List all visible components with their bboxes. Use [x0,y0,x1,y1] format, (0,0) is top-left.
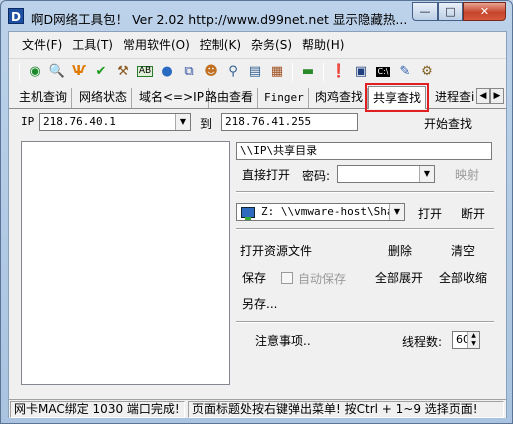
check-icon[interactable]: ✔ [91,62,111,82]
chevron-down-icon[interactable]: ▼ [389,204,404,220]
divider [236,321,494,323]
tab-host-query[interactable]: 主机查询 [15,88,73,108]
start-search-button[interactable]: 开始查找 [424,116,472,132]
toolbar: ◉ 🔍 Ѱ ✔ ⚒ AB ● ⧉ ☻ ⚲ ▤ ▦ ▬ ❗ ▣ C:\ ✎ ⚙ [9,58,506,84]
spin-down-icon[interactable]: ▼ [467,340,479,348]
pen-icon[interactable]: ✎ [395,62,415,82]
share-search-panel: IP 218.76.40.1 ▼ 到 218.76.41.255 开始查找 \\… [9,109,506,399]
app-window: D 啊D网络工具包！ Ver 2.02 http://www.d99net.ne… [0,0,513,424]
divider [236,191,494,193]
toolbar-separator [323,62,324,81]
menu-help[interactable]: 帮助(H) [297,35,349,55]
ab-icon[interactable]: AB [135,62,155,82]
tab-scroll: ◀ ▶ [476,88,504,104]
title-bar[interactable]: D 啊D网络工具包！ Ver 2.02 http://www.d99net.ne… [1,1,512,31]
window-title: 啊D网络工具包！ Ver 2.02 http://www.d99net.net … [31,12,408,27]
computers-icon[interactable]: ▤ [245,62,265,82]
ip-to-input[interactable]: 218.76.41.255 [221,113,358,131]
window-controls: — □ ✕ [412,2,506,21]
chevron-down-icon[interactable]: ▼ [175,114,190,130]
map-button[interactable]: 映射 [455,167,479,183]
users-search-icon[interactable]: ⚲ [223,62,243,82]
spin-up-icon[interactable]: ▲ [467,332,479,340]
menu-common-software[interactable]: 常用软件(O) [118,35,195,55]
save-button[interactable]: 保存 [242,270,266,286]
close-button[interactable]: ✕ [463,2,506,21]
open-resource-file-button[interactable]: 打开资源文件 [240,243,312,259]
tab-finger[interactable]: Finger [260,88,309,108]
autosave-checkbox[interactable] [281,272,293,284]
status-bar: 网卡MAC绑定 1030 端口完成! 页面标题处按右键弹出菜单! 按Ctrl +… [9,399,506,418]
menu-tools[interactable]: 工具(T) [67,35,118,55]
user-icon[interactable]: ☻ [201,62,221,82]
globe-icon[interactable]: ● [157,62,177,82]
toolbar-separator [292,62,293,81]
scan-icon[interactable]: Ѱ [69,62,89,82]
tab-domain-ip[interactable]: 域名<=>IP [135,88,209,108]
ethernet-icon[interactable]: ▬ [298,62,318,82]
tab-broiler-search[interactable]: 肉鸡查找 [311,88,369,108]
password-label: 密码: [302,169,331,183]
threads-label: 线程数: [402,335,443,349]
status-right: 页面标题处按右键弹出菜单! 按Ctrl + 1~9 选择页面! [188,401,504,418]
menu-control[interactable]: 控制(K) [195,35,246,55]
tab-scroll-right-icon[interactable]: ▶ [490,88,504,104]
info-icon[interactable]: ❗ [329,62,349,82]
tab-process-query[interactable]: 进程查i [431,88,478,108]
share-path-input[interactable]: \\IP\共享目录 [236,142,492,160]
collapse-all-button[interactable]: 全部收缩 [439,270,487,286]
ip-from-value: 218.76.40.1 [43,115,116,128]
autosave-label: 自动保存 [298,272,347,286]
share-result-list[interactable] [21,141,230,385]
refresh-icon[interactable]: ◉ [25,62,45,82]
user-settings-icon[interactable]: ⚙ [417,62,437,82]
password-combo[interactable]: ▼ [337,165,435,183]
tools-icon[interactable]: ⚒ [113,62,133,82]
divider [236,228,494,230]
status-left: 网卡MAC绑定 1030 端口完成! [10,401,185,418]
menu-file[interactable]: 文件(F) [17,35,67,55]
menu-bar: 文件(F) 工具(T) 常用软件(O) 控制(K) 杂务(S) 帮助(H) [9,32,506,58]
drive-combo[interactable]: Z: \\vmware-host\Shar ▼ [236,203,405,221]
network-icon[interactable]: ⧉ [179,62,199,82]
cmd-icon[interactable]: C:\ [373,62,393,82]
chevron-down-icon[interactable]: ▼ [419,166,434,182]
direct-open-button[interactable]: 直接打开 [242,167,290,183]
delete-button[interactable]: 删除 [388,243,412,259]
maximize-button[interactable]: □ [438,2,463,21]
expand-all-button[interactable]: 全部展开 [375,270,423,286]
drive-value: Z: \\vmware-host\Shar [261,205,401,218]
search-icon[interactable]: 🔍 [47,62,67,82]
to-label: 到 [200,117,213,131]
minimize-button[interactable]: — [412,2,438,21]
tab-network-status[interactable]: 网络状态 [75,88,133,108]
disconnect-button[interactable]: 断开 [461,206,485,222]
ip-label: IP [21,115,35,128]
tab-scroll-left-icon[interactable]: ◀ [476,88,490,104]
open-drive-button[interactable]: 打开 [418,206,442,222]
app-logo-icon: D [8,8,24,24]
save-as-button[interactable]: 另存... [242,296,277,312]
tab-strip: 主机查询 网络状态 域名<=>IP 路由查看 Finger 肉鸡查找 共享查找 … [9,83,506,112]
menu-misc[interactable]: 杂务(S) [246,35,297,55]
notes-button[interactable]: 注意事项.. [255,333,311,349]
clear-button[interactable]: 清空 [451,243,475,259]
monitor-icon[interactable]: ▣ [351,62,371,82]
server-icon[interactable]: ▦ [267,62,287,82]
ip-from-combo[interactable]: 218.76.40.1 ▼ [39,113,191,131]
network-drive-icon [241,207,255,220]
threads-spinner[interactable]: 60 ▲ ▼ [452,331,480,349]
tab-share-search[interactable]: 共享查找 [364,83,430,112]
tab-route-view[interactable]: 路由查看 [201,88,259,108]
toolbar-grip [19,62,20,81]
client-area: 文件(F) 工具(T) 常用软件(O) 控制(K) 杂务(S) 帮助(H) ◉ … [8,31,507,418]
